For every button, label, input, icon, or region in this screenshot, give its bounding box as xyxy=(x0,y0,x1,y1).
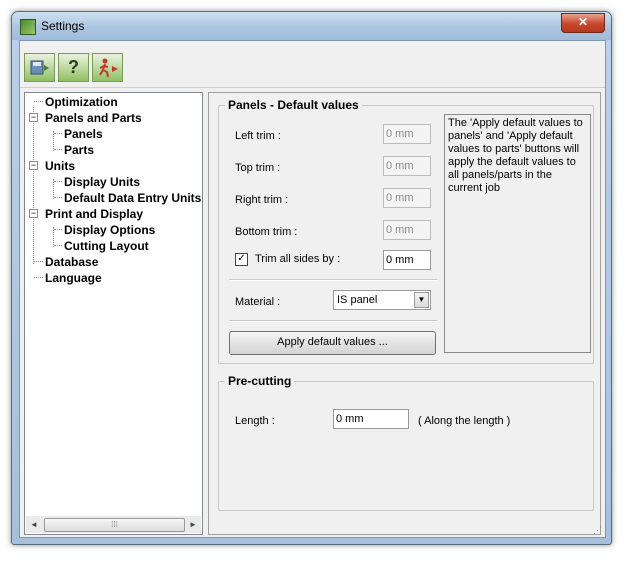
left-trim-field[interactable]: 0 mm xyxy=(383,124,431,144)
dropdown-arrow-icon[interactable]: ▼ xyxy=(414,292,429,308)
save-button[interactable] xyxy=(24,53,55,82)
resize-grip-icon[interactable]: ⋰ xyxy=(593,525,603,535)
settings-panel: Panels - Default values Left trim : 0 mm… xyxy=(208,92,601,535)
collapse-icon[interactable]: − xyxy=(29,113,38,122)
scrollbar-thumb[interactable]: ⁞⁞⁞ xyxy=(44,518,185,532)
bottom-trim-label: Bottom trim : xyxy=(235,226,298,238)
save-disk-icon xyxy=(30,60,49,74)
tree-item-cutting-layout[interactable]: Cutting Layout xyxy=(64,239,149,253)
settings-window: Settings ✕ ? − − − Optimization Panels a… xyxy=(11,11,612,545)
trim-all-checkbox[interactable]: ✓ xyxy=(235,253,248,266)
settings-tree: − − − Optimization Panels and Parts Pane… xyxy=(24,92,203,535)
tree-item-optimization[interactable]: Optimization xyxy=(45,95,118,109)
tree-item-display-units[interactable]: Display Units xyxy=(64,175,140,189)
length-hint: ( Along the length ) xyxy=(418,415,511,427)
separator xyxy=(229,279,437,281)
help-button[interactable]: ? xyxy=(58,53,89,82)
exit-button[interactable] xyxy=(92,53,123,82)
bottom-trim-field[interactable]: 0 mm xyxy=(383,220,431,240)
close-icon: ✕ xyxy=(577,15,589,29)
tree-item-panels-and-parts[interactable]: Panels and Parts xyxy=(45,111,142,125)
tree-item-language[interactable]: Language xyxy=(45,271,102,285)
trim-all-label: Trim all sides by : xyxy=(255,253,341,265)
group-title: Panels - Default values xyxy=(225,98,362,112)
help-question-icon: ? xyxy=(68,57,79,77)
tree-item-parts[interactable]: Parts xyxy=(64,143,94,157)
trim-all-field[interactable]: 0 mm xyxy=(383,250,431,270)
collapse-icon[interactable]: − xyxy=(29,209,38,218)
info-text-box: The 'Apply default values to panels' and… xyxy=(444,114,591,353)
tree-item-database[interactable]: Database xyxy=(45,255,98,269)
left-trim-label: Left trim : xyxy=(235,130,281,142)
length-label: Length : xyxy=(235,415,275,427)
horizontal-scrollbar[interactable]: ◄ ⁞⁞⁞ ► xyxy=(26,516,201,533)
top-trim-label: Top trim : xyxy=(235,162,281,174)
pre-cutting-group: Pre-cutting Length : 0 mm ( Along the le… xyxy=(218,374,594,511)
scroll-right-icon[interactable]: ► xyxy=(185,516,201,533)
window-title: Settings xyxy=(41,19,85,33)
collapse-icon[interactable]: − xyxy=(29,161,38,170)
panels-default-values-group: Panels - Default values Left trim : 0 mm… xyxy=(218,98,594,364)
apply-default-values-button[interactable]: Apply default values ... xyxy=(229,331,436,355)
material-value: IS panel xyxy=(337,294,378,306)
separator xyxy=(229,320,437,322)
scroll-left-icon[interactable]: ◄ xyxy=(26,516,42,533)
client-area: ? − − − Optimization Panels and Parts Pa… xyxy=(19,40,606,538)
top-trim-field[interactable]: 0 mm xyxy=(383,156,431,176)
app-icon xyxy=(20,19,36,35)
title-bar[interactable]: Settings ✕ xyxy=(12,12,611,40)
toolbar: ? xyxy=(20,41,605,88)
group-title: Pre-cutting xyxy=(225,374,295,388)
tree-item-default-data-entry-units[interactable]: Default Data Entry Units xyxy=(64,191,201,205)
length-field[interactable]: 0 mm xyxy=(333,409,409,429)
material-label: Material : xyxy=(235,296,281,308)
tree-item-panels[interactable]: Panels xyxy=(64,127,103,141)
close-button[interactable]: ✕ xyxy=(561,13,605,33)
tree-item-print-and-display[interactable]: Print and Display xyxy=(45,207,143,221)
material-select[interactable]: IS panel ▼ xyxy=(333,290,431,310)
tree-item-units[interactable]: Units xyxy=(45,159,75,173)
right-trim-field[interactable]: 0 mm xyxy=(383,188,431,208)
exit-runner-icon xyxy=(98,58,118,77)
right-trim-label: Right trim : xyxy=(235,194,289,206)
tree-item-display-options[interactable]: Display Options xyxy=(64,223,155,237)
